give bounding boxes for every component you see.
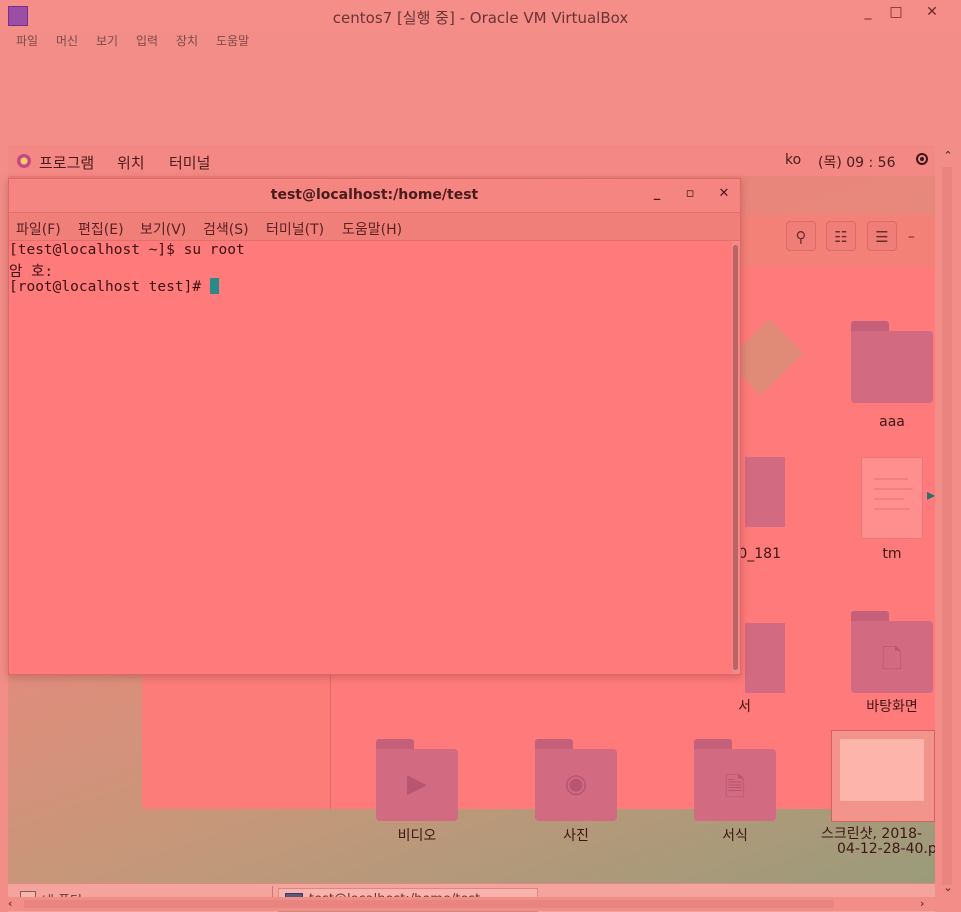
gnome-logo-icon	[17, 154, 31, 168]
input-language[interactable]: ko	[785, 152, 801, 168]
folder-label[interactable]: aaa	[832, 414, 935, 430]
screenshot-thumbnail[interactable]	[831, 730, 935, 822]
applications-menu[interactable]: 프로그램	[39, 152, 94, 173]
terminal-prompt: [root@localhost test]#	[9, 279, 210, 295]
vertical-scroll-track[interactable]	[942, 167, 952, 885]
file-label[interactable]: 스크린샷, 2018-	[821, 823, 935, 843]
desktop-folder-icon[interactable]: 🗋	[851, 611, 933, 693]
terminal-title: test@localhost:/home/test	[270, 187, 479, 203]
videos-folder-icon[interactable]: ▶	[376, 739, 458, 821]
search-icon[interactable]: ⚲	[786, 221, 816, 251]
gnome-top-bar: 프로그램 위치 터미널 ko (목) 09 : 56	[8, 145, 935, 176]
scroll-up-arrow-icon[interactable]: ⌃	[935, 149, 961, 162]
terminal-prompt-line[interactable]: [root@localhost test]#	[9, 278, 219, 295]
places-menu[interactable]: 위치	[117, 152, 145, 173]
chevron-right-icon[interactable]: ▸	[927, 485, 935, 504]
scroll-right-arrow-icon[interactable]: ›	[920, 897, 924, 910]
folder-label[interactable]: 서	[711, 696, 751, 716]
terminal-titlebar[interactable]: test@localhost:/home/test _ ▫ ✕	[9, 179, 740, 213]
file-label-line2[interactable]: 04-12-28-40.p	[837, 841, 935, 857]
folder-label[interactable]: 사진	[516, 825, 636, 845]
host-window-title: centos7 [실행 중] - Oracle VM VirtualBox	[332, 9, 629, 27]
terminal-window[interactable]: test@localhost:/home/test _ ▫ ✕ 파일(F) 편집…	[8, 178, 741, 675]
terminal-scrollbar-thumb[interactable]	[733, 245, 738, 670]
terminal-menu-file[interactable]: 파일(F)	[16, 219, 61, 239]
host-titlebar: centos7 [실행 중] - Oracle VM VirtualBox _ …	[0, 0, 961, 30]
clock[interactable]: (목) 09 : 56	[818, 152, 896, 172]
menu-help[interactable]: 도움말	[216, 32, 249, 49]
horizontal-scroll-track[interactable]	[24, 900, 834, 908]
file-label[interactable]: tm	[832, 546, 935, 562]
folder-label[interactable]: 비디오	[357, 825, 477, 845]
folder-icon-partial[interactable]	[745, 457, 785, 527]
terminal-maximize-button[interactable]: ▫	[681, 186, 699, 204]
folder-icon-partial[interactable]	[745, 623, 785, 693]
menu-view[interactable]: 보기	[96, 32, 118, 49]
host-menubar: 파일 머신 보기 입력 장치 도움말	[0, 30, 961, 50]
host-blank-area	[0, 50, 961, 145]
terminal-output[interactable]: [test@localhost ~]$ su root 암 호: [root@l…	[9, 241, 732, 674]
menu-devices[interactable]: 장치	[176, 32, 198, 49]
terminal-scrollbar[interactable]	[732, 241, 740, 674]
power-icon[interactable]	[916, 153, 928, 165]
templates-folder-icon[interactable]: 🗎	[694, 739, 776, 821]
terminal-menu-terminal[interactable]: 터미널(T)	[266, 219, 324, 239]
close-button[interactable]: ✕	[922, 4, 942, 22]
text-cursor	[209, 278, 219, 294]
terminal-menu-search[interactable]: 검색(S)	[203, 219, 249, 239]
folder-icon[interactable]	[851, 321, 933, 403]
minimize-button[interactable]: _	[858, 4, 878, 22]
menu-input[interactable]: 입력	[136, 32, 158, 49]
terminal-close-button[interactable]: ✕	[715, 186, 733, 204]
menu-machine[interactable]: 머신	[56, 32, 78, 49]
scroll-down-arrow-icon[interactable]: ⌄	[935, 881, 961, 894]
terminal-menu-edit[interactable]: 편집(E)	[78, 219, 124, 239]
terminal-menu-view[interactable]: 보기(V)	[140, 219, 186, 239]
terminal-menubar: 파일(F) 편집(E) 보기(V) 검색(S) 터미널(T) 도움말(H)	[9, 213, 740, 241]
terminal-menu-help[interactable]: 도움말(H)	[342, 219, 402, 239]
maximize-button[interactable]: □	[886, 4, 906, 22]
terminal-line: [test@localhost ~]$ su root	[9, 242, 245, 258]
host-vertical-scrollbar[interactable]: ⌃ ⌄	[935, 145, 961, 897]
minimize-icon[interactable]: –	[908, 229, 915, 245]
active-app-terminal[interactable]: 터미널	[169, 152, 210, 173]
scroll-left-arrow-icon[interactable]: ‹	[8, 897, 12, 910]
folder-label[interactable]: 서식	[675, 825, 795, 845]
document-icon[interactable]	[861, 457, 923, 539]
menu-file[interactable]: 파일	[16, 32, 38, 49]
view-grid-icon[interactable]: ☷	[826, 221, 856, 251]
terminal-minimize-button[interactable]: _	[648, 186, 666, 204]
pictures-folder-icon[interactable]: ◉	[535, 739, 617, 821]
menu-icon[interactable]: ☰	[867, 221, 897, 251]
folder-label[interactable]: 바탕화면	[832, 696, 935, 716]
host-horizontal-scrollbar[interactable]: ‹ ›	[8, 897, 935, 911]
